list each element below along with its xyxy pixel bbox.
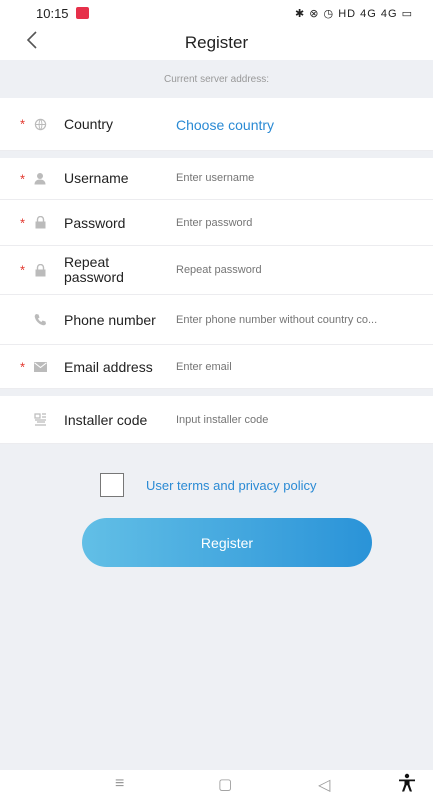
required-marker: *	[20, 116, 26, 132]
terms-link[interactable]: User terms and privacy policy	[146, 478, 317, 493]
installer-code-row: Installer code	[0, 396, 433, 444]
server-address-label: Current server address:	[0, 60, 433, 98]
status-bar: 10:15 ✱ ⊗ ◷ HD 4G 4G ▭	[0, 0, 433, 26]
notification-icon	[75, 7, 89, 19]
terms-checkbox[interactable]	[100, 473, 124, 497]
divider	[0, 389, 433, 396]
required-marker: *	[20, 171, 26, 186]
username-row: * Username	[0, 158, 433, 200]
email-row: * Email address	[0, 345, 433, 389]
phone-input[interactable]	[176, 314, 433, 326]
repeat-password-label-line2: password	[64, 269, 124, 285]
lock-icon	[33, 263, 47, 277]
globe-icon	[33, 117, 47, 131]
mail-icon	[33, 360, 47, 374]
country-label: Country	[64, 116, 114, 132]
password-label: Password	[64, 215, 126, 231]
required-marker: *	[20, 262, 26, 278]
menu-icon[interactable]: ≡	[115, 775, 124, 793]
phone-row: Phone number	[0, 295, 433, 345]
username-label: Username	[64, 170, 129, 186]
country-row[interactable]: * Country Choose country	[0, 98, 433, 151]
user-icon	[33, 172, 47, 186]
accessibility-icon[interactable]	[398, 773, 416, 798]
title-bar: Register	[0, 26, 433, 60]
repeat-password-label: Repeat password	[64, 255, 124, 285]
choose-country-select[interactable]: Choose country	[176, 117, 433, 133]
register-button[interactable]: Register	[82, 518, 372, 567]
repeat-password-row: * Repeat password	[0, 246, 433, 295]
phone-label: Phone number	[64, 312, 156, 328]
password-row: * Password	[0, 200, 433, 246]
home-icon[interactable]: ▢	[218, 775, 232, 793]
status-icons: ✱ ⊗ ◷ HD 4G 4G ▭	[295, 7, 413, 20]
system-nav-bar: ≡ ▢ ◁	[0, 770, 433, 800]
repeat-password-label-line1: Repeat	[64, 254, 110, 270]
lock-icon	[33, 216, 47, 230]
status-time: 10:15	[36, 5, 69, 21]
installer-code-input[interactable]	[176, 414, 433, 426]
phone-icon	[33, 313, 47, 327]
required-marker: *	[20, 359, 26, 374]
back-arrow-icon[interactable]	[26, 30, 38, 56]
username-input[interactable]	[176, 172, 433, 184]
back-icon[interactable]: ◁	[318, 775, 330, 795]
installer-code-icon	[33, 413, 47, 427]
required-marker: *	[20, 215, 26, 230]
page-title: Register	[184, 33, 249, 52]
password-input[interactable]	[176, 217, 433, 229]
email-label: Email address	[64, 359, 153, 375]
installer-code-label: Installer code	[64, 412, 148, 428]
email-input[interactable]	[176, 361, 433, 373]
divider	[0, 151, 433, 158]
terms-row: User terms and privacy policy	[100, 473, 317, 497]
repeat-password-input[interactable]	[176, 264, 433, 276]
